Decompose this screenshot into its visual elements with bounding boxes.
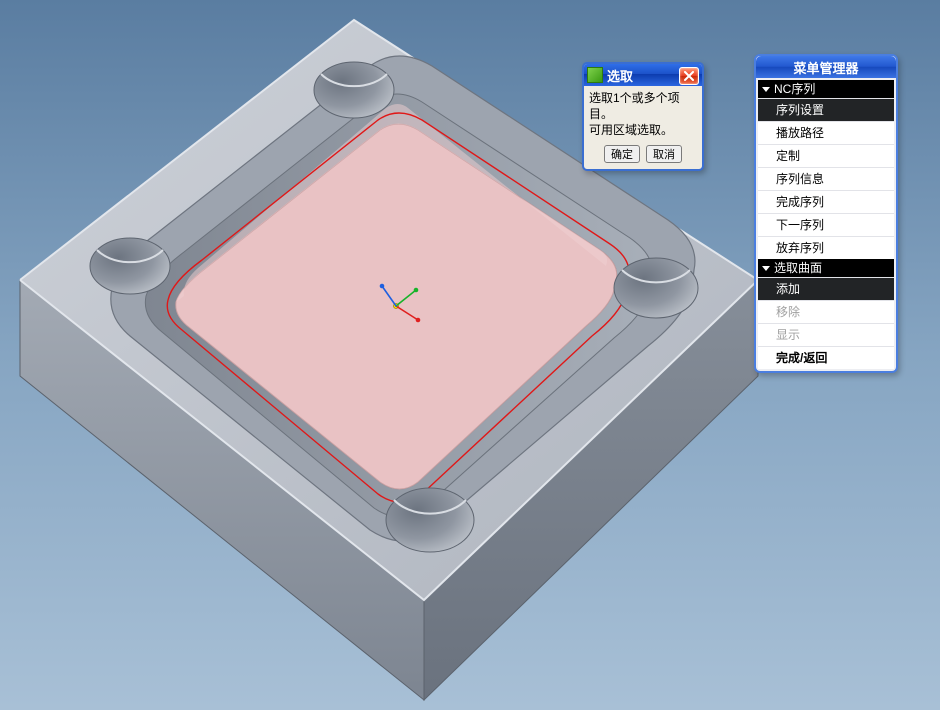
- chevron-down-icon: [762, 266, 770, 271]
- ok-button[interactable]: 确定: [604, 145, 640, 163]
- menu-section-label: NC序列: [774, 80, 815, 98]
- menu-item-customize[interactable]: 定制: [758, 144, 894, 167]
- menu-item-done-return[interactable]: 完成/返回: [758, 346, 894, 369]
- menu-manager-panel[interactable]: 菜单管理器 NC序列 序列设置 播放路径 定制 序列信息 完成序列 下一序列 放…: [754, 54, 898, 373]
- hole-bottom-left[interactable]: [90, 238, 170, 294]
- menu-section-label: 选取曲面: [774, 259, 822, 277]
- menu-item-seq-info[interactable]: 序列信息: [758, 167, 894, 190]
- menu-section-select-surf[interactable]: 选取曲面: [758, 259, 894, 277]
- select-dialog[interactable]: 选取 选取1个或多个项目。 可用区域选取。 确定 取消: [582, 62, 704, 171]
- menu-item-next-seq[interactable]: 下一序列: [758, 213, 894, 236]
- menu-manager-title[interactable]: 菜单管理器: [756, 56, 896, 78]
- menu-item-remove[interactable]: 移除: [758, 300, 894, 323]
- menu-item-done-seq[interactable]: 完成序列: [758, 190, 894, 213]
- cancel-button[interactable]: 取消: [646, 145, 682, 163]
- select-dialog-titlebar[interactable]: 选取: [584, 64, 702, 86]
- hole-top-left[interactable]: [314, 62, 394, 118]
- menu-item-show[interactable]: 显示: [758, 323, 894, 346]
- chevron-down-icon: [762, 87, 770, 92]
- app-icon: [587, 67, 603, 83]
- select-dialog-title: 选取: [607, 66, 679, 85]
- menu-item-seq-setup[interactable]: 序列设置: [758, 98, 894, 121]
- select-dialog-body: 选取1个或多个项目。 可用区域选取。: [584, 86, 702, 141]
- close-icon[interactable]: [679, 67, 699, 85]
- select-dialog-buttons: 确定 取消: [584, 141, 702, 169]
- menu-item-quit-seq[interactable]: 放弃序列: [758, 236, 894, 259]
- select-dialog-msg-1: 选取1个或多个项目。: [589, 90, 697, 122]
- menu-item-play-path[interactable]: 播放路径: [758, 121, 894, 144]
- hole-bottom-right[interactable]: [386, 488, 474, 552]
- menu-section-nc-sequence[interactable]: NC序列: [758, 80, 894, 98]
- menu-item-add[interactable]: 添加: [758, 277, 894, 300]
- select-dialog-msg-2: 可用区域选取。: [589, 122, 697, 138]
- hole-top-right[interactable]: [614, 258, 698, 318]
